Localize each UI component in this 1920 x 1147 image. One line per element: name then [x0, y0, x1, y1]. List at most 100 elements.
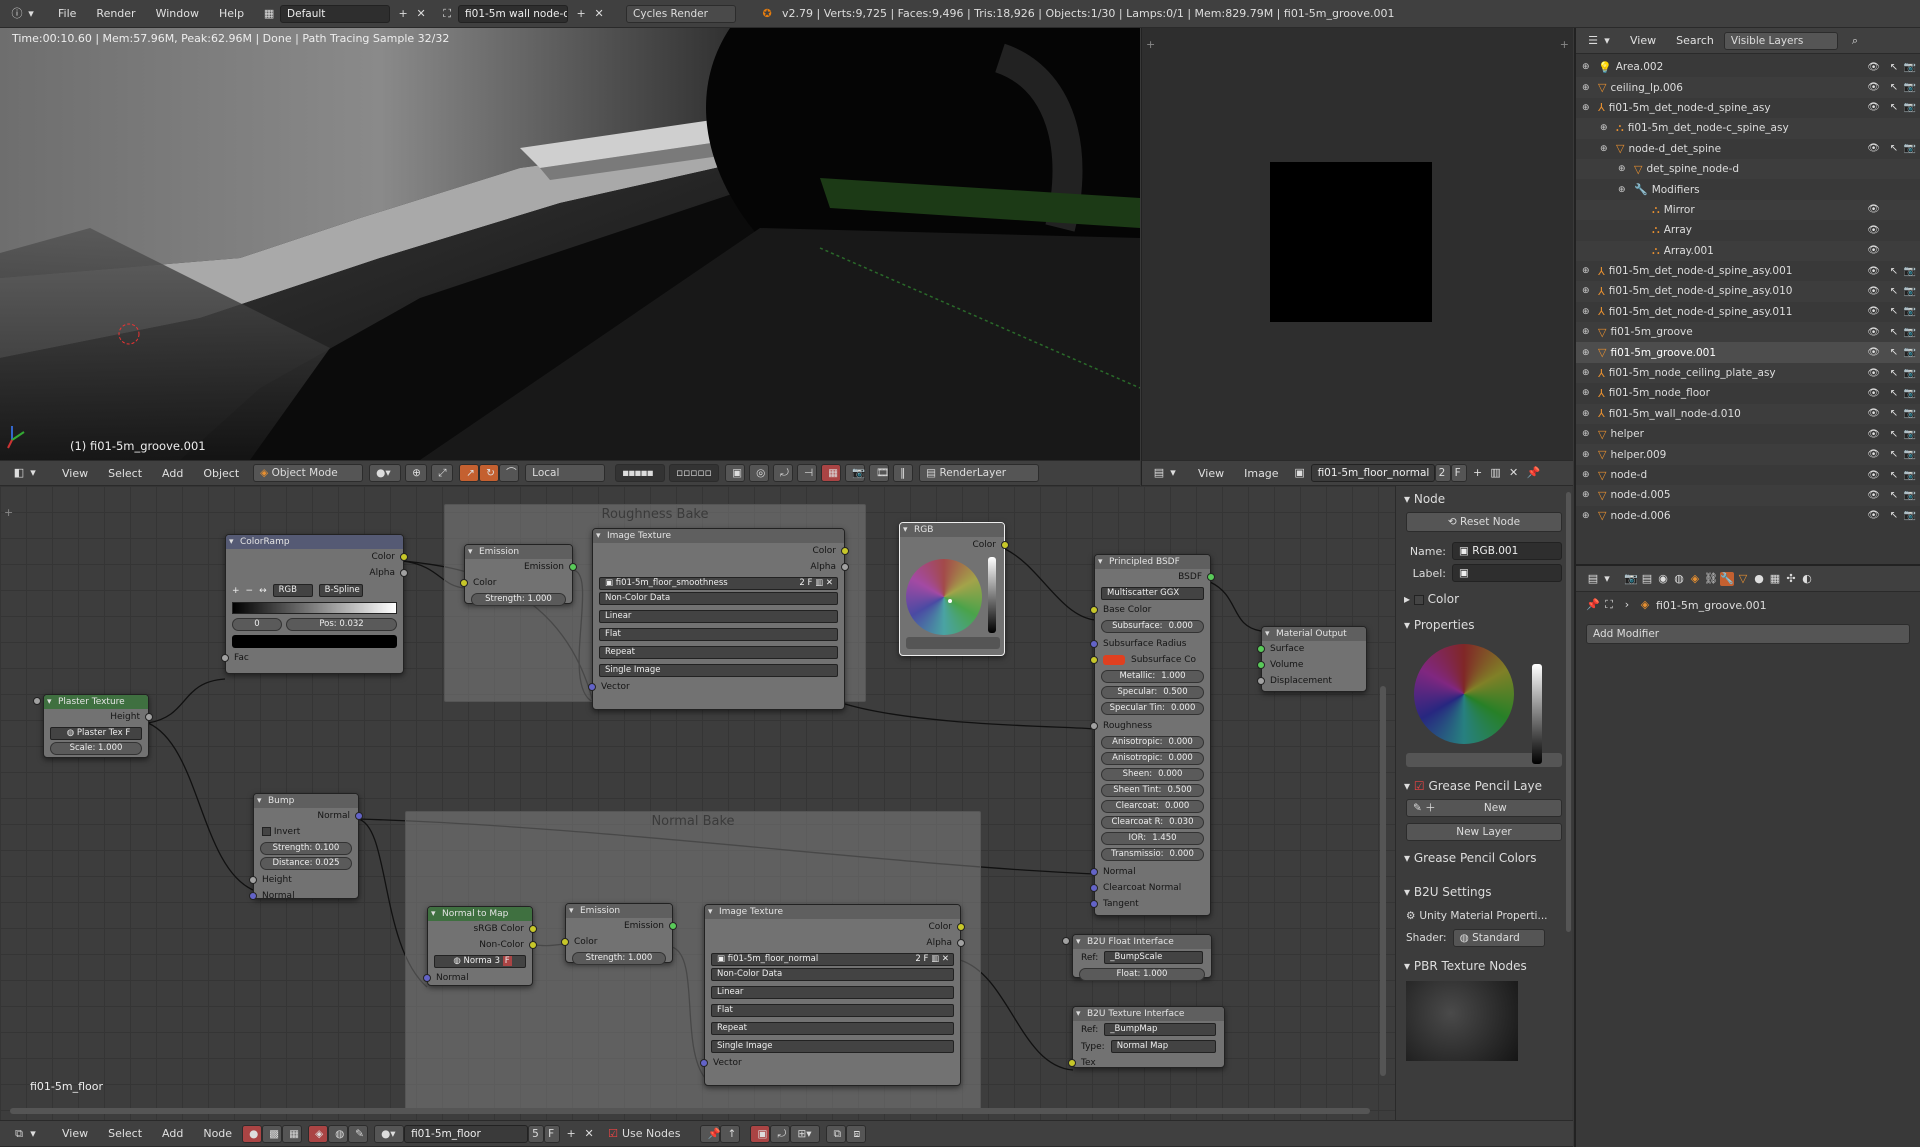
socket[interactable]: [1001, 541, 1009, 549]
bsdf-input[interactable]: Tangent: [1090, 896, 1210, 912]
expand-icon[interactable]: ⊕: [1582, 429, 1594, 439]
outliner-item[interactable]: ⊕ ⅄ fi01-5m_det_node-d_spine_asy.010 👁 ↖ 📷: [1576, 281, 1920, 302]
outliner-item[interactable]: ⊕ ⅄ fi01-5m_node_floor 👁 ↖ 📷: [1576, 383, 1920, 403]
camera-icon[interactable]: 📷: [1904, 143, 1916, 154]
socket[interactable]: [957, 939, 965, 947]
object-shader-icon[interactable]: ◈: [308, 1124, 329, 1143]
panel-color-header[interactable]: ▸ Color: [1396, 586, 1572, 612]
socket[interactable]: [561, 938, 569, 946]
panel-gp-colors-header[interactable]: ▾ Grease Pencil Colors: [1396, 845, 1572, 871]
emission-strength[interactable]: Strength: 1.000: [471, 593, 566, 606]
bsdf-input[interactable]: Sheen: 0.000: [1101, 768, 1204, 781]
node-label-field[interactable]: ▣: [1452, 564, 1562, 582]
gp-new-button[interactable]: ✎ ＋ New: [1406, 799, 1562, 817]
rotate-manip[interactable]: ↻: [479, 464, 500, 482]
outliner-item[interactable]: ⊕ ▽ node-d 👁 ↖ 📷: [1576, 465, 1920, 485]
search-icon[interactable]: ⌕: [1848, 34, 1862, 48]
socket[interactable]: [841, 547, 849, 555]
panel-gp-layers-header[interactable]: ▾ ☑ Grease Pencil Laye: [1396, 773, 1572, 799]
menu-help[interactable]: Help: [209, 7, 254, 20]
eye-icon[interactable]: 👁: [1867, 510, 1880, 521]
eye-icon[interactable]: 👁: [1867, 347, 1880, 358]
camera-icon[interactable]: 📷: [1904, 388, 1916, 399]
outliner-item[interactable]: ⊕ 🔧 Modifiers: [1576, 179, 1920, 199]
checkbox[interactable]: [262, 827, 271, 836]
socket[interactable]: [249, 876, 257, 884]
socket[interactable]: [1257, 645, 1265, 653]
expand-icon[interactable]: ⊕: [1582, 409, 1594, 419]
world-shader-icon[interactable]: ◍: [328, 1124, 349, 1143]
menu-image[interactable]: Image: [1234, 467, 1288, 480]
sidebar-value-slider[interactable]: [1532, 664, 1542, 764]
open-image-icon[interactable]: ▥: [1489, 466, 1503, 480]
socket[interactable]: [1068, 1059, 1076, 1067]
object-tab-icon[interactable]: ◈: [1688, 572, 1702, 586]
texture-tree-icon[interactable]: ▦: [282, 1124, 303, 1143]
interp-select[interactable]: Linear: [711, 986, 954, 999]
node-name-field[interactable]: ▣ RGB.001: [1452, 542, 1562, 560]
layers-tab-icon[interactable]: ▤: [1640, 572, 1654, 586]
menu-file[interactable]: File: [48, 7, 86, 20]
node-principled-bsdf[interactable]: Principled BSDF BSDF Multiscatter GGX Ba…: [1090, 554, 1215, 916]
expand-icon[interactable]: ⊕: [1582, 286, 1594, 296]
chevron-down-icon[interactable]: ▾: [1600, 572, 1614, 586]
bsdf-input[interactable]: Specular: 0.500: [1101, 686, 1204, 699]
socket[interactable]: [1090, 722, 1098, 730]
image-editor[interactable]: + +: [1141, 28, 1573, 460]
snap-icon[interactable]: ⤾: [773, 464, 794, 482]
camera-icon[interactable]: 📷: [1904, 286, 1916, 297]
plaster-tex-select[interactable]: ◍ Plaster Tex F: [50, 727, 142, 740]
expand-icon[interactable]: ⊕: [1582, 103, 1594, 113]
image-name-field[interactable]: fi01-5m_floor_normal: [1310, 464, 1435, 482]
h-scrollbar[interactable]: [10, 1108, 1370, 1114]
socket[interactable]: [569, 563, 577, 571]
camera-icon[interactable]: 📷: [1904, 510, 1916, 521]
layout-selector[interactable]: Default: [280, 4, 391, 23]
socket[interactable]: [700, 1059, 708, 1067]
menu-select[interactable]: Select: [98, 1127, 152, 1140]
panel-b2u-header[interactable]: ▾ B2U Settings: [1396, 879, 1572, 905]
menu-node[interactable]: Node: [193, 1127, 242, 1140]
translate-manip[interactable]: ↗: [459, 464, 480, 482]
eye-icon[interactable]: 👁: [1867, 408, 1880, 419]
eye-icon[interactable]: 👁: [1867, 429, 1880, 440]
camera-icon[interactable]: 📷: [1904, 327, 1916, 338]
image-editor-icon[interactable]: ▤: [1152, 466, 1166, 480]
add-modifier-button[interactable]: Add Modifier: [1586, 624, 1910, 644]
layers-grid-2[interactable]: ▫▫▫▫▫: [669, 464, 720, 482]
socket[interactable]: [1090, 606, 1098, 614]
shading-select[interactable]: ●▾: [369, 464, 402, 482]
source-select[interactable]: Single Image: [599, 664, 838, 677]
eye-icon[interactable]: 👁: [1867, 225, 1880, 236]
camera-icon[interactable]: 📷: [1904, 429, 1916, 440]
image-select[interactable]: ▣ fi01-5m_floor_smoothness 2 F ▥ ✕: [599, 577, 838, 590]
image-browse-icon[interactable]: ▣: [1293, 466, 1307, 480]
node-normal-to-map[interactable]: Normal to Map sRGB Color Non-Color ◍ Nor…: [423, 906, 537, 986]
add-material-icon[interactable]: +: [564, 1127, 578, 1141]
outliner-item[interactable]: ⊕ ⅄ fi01-5m_det_node-d_spine_asy.001 👁 ↖ 📷: [1576, 261, 1920, 281]
scene-tab-icon[interactable]: ◉: [1656, 572, 1670, 586]
chevron-down-icon[interactable]: ▾: [24, 7, 38, 21]
opengl-render-icon[interactable]: 📷: [845, 464, 865, 482]
socket[interactable]: [1257, 661, 1265, 669]
ramp-interp[interactable]: B-Spline: [318, 584, 363, 597]
physics-tab-icon[interactable]: ◐: [1800, 572, 1814, 586]
v-scrollbar[interactable]: [1380, 686, 1386, 1076]
snap-grid-icon[interactable]: ⊞▾: [790, 1124, 821, 1143]
eye-icon[interactable]: 👁: [1867, 470, 1880, 481]
texture-tab-icon[interactable]: ▦: [1768, 572, 1782, 586]
render-tab-icon[interactable]: 📷: [1624, 572, 1638, 586]
image-fake-user[interactable]: F: [1450, 464, 1467, 482]
bsdf-input[interactable]: Normal: [1090, 864, 1210, 880]
eye-icon[interactable]: 👁: [1867, 266, 1880, 277]
outliner-item[interactable]: ⊕ ⛬ fi01-5m_det_node-c_spine_asy: [1576, 118, 1920, 139]
cursor-icon[interactable]: ↖: [1890, 470, 1898, 481]
flip-icon[interactable]: ↔: [259, 586, 267, 596]
menu-select[interactable]: Select: [98, 467, 152, 480]
bsdf-input[interactable]: IOR: 1.450: [1101, 832, 1204, 845]
expand-icon[interactable]: ⊕: [1582, 511, 1594, 521]
socket[interactable]: [841, 563, 849, 571]
copy-nodes-icon[interactable]: ⧉: [826, 1124, 847, 1143]
cursor-icon[interactable]: ↖: [1890, 490, 1898, 501]
socket[interactable]: [1257, 677, 1265, 685]
